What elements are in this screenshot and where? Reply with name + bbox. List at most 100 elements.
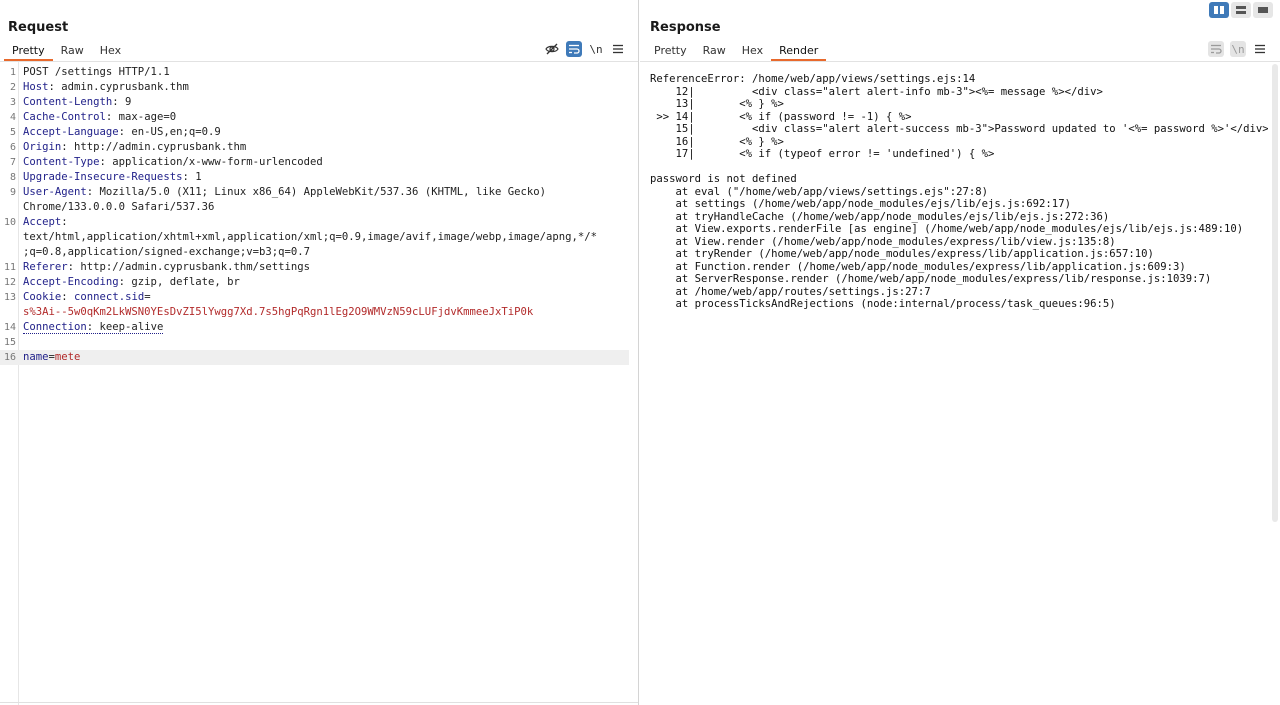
wrap-icon[interactable] — [1208, 41, 1224, 57]
request-tab-raw[interactable]: Raw — [53, 42, 92, 61]
line-number: 4 — [9, 112, 16, 123]
code-token: : 9 — [112, 96, 132, 108]
code-token: : 1 — [182, 171, 202, 183]
response-tab-hex[interactable]: Hex — [734, 42, 771, 61]
code-text: Chrome/133.0.0.0 Safari/537.36 — [23, 200, 214, 215]
code-token: name — [23, 351, 49, 363]
newline-icon[interactable]: \n — [588, 41, 604, 57]
code-line[interactable]: 13 Cookie: connect.sid= — [0, 290, 629, 305]
menu-icon[interactable] — [1252, 41, 1268, 57]
rendered-error-output: ReferenceError: /home/web/app/views/sett… — [650, 73, 1268, 310]
code-text: name=mete — [23, 350, 80, 365]
code-token: Cookie — [23, 291, 62, 303]
code-token: User-Agent — [23, 186, 87, 198]
code-text: Referer: http://admin.cyprusbank.thm/set… — [23, 260, 310, 275]
code-line[interactable]: 8 Upgrade-Insecure-Requests: 1 — [0, 170, 629, 185]
wrap-icon[interactable] — [566, 41, 582, 57]
code-text: Content-Type: application/x-www-form-url… — [23, 155, 323, 170]
request-tab-hex[interactable]: Hex — [92, 42, 129, 61]
code-token: Cache-Control — [23, 111, 106, 123]
code-token: = — [144, 291, 151, 303]
single-pane-icon[interactable] — [1253, 2, 1273, 18]
code-token: : Mozilla/5.0 (X11; Linux x86_64) AppleW… — [86, 186, 546, 198]
response-toolbar: \n — [1208, 41, 1268, 57]
line-number: 9 — [9, 187, 16, 198]
eye-off-icon[interactable] — [544, 41, 560, 57]
code-text: text/html,application/xhtml+xml,applicat… — [23, 230, 597, 245]
code-line[interactable]: 11 Referer: http://admin.cyprusbank.thm/s… — [0, 260, 629, 275]
code-token: : — [86, 321, 100, 334]
code-line[interactable]: 1 POST /settings HTTP/1.1 — [0, 65, 629, 80]
code-token: Accept-Encoding — [23, 276, 119, 288]
code-text: User-Agent: Mozilla/5.0 (X11; Linux x86_… — [23, 185, 546, 200]
code-text: Origin: http://admin.cyprusbank.thm — [23, 140, 246, 155]
code-token: s%3Ai--5w0qKm2LkWSN0YEsDvZI5lYwgg7Xd.7s5… — [23, 306, 534, 318]
code-line[interactable]: 3 Content-Length: 9 — [0, 95, 629, 110]
request-bottom-border — [0, 702, 638, 703]
request-title: Request — [8, 20, 69, 35]
split-horizontal-icon[interactable] — [1209, 2, 1229, 18]
code-line[interactable]: 14 Connection: keep-alive — [0, 320, 629, 335]
line-number: 16 — [3, 352, 16, 363]
code-token: : application/x-www-form-urlencoded — [99, 156, 323, 168]
newline-icon[interactable]: \n — [1230, 41, 1246, 57]
code-token: text/html,application/xhtml+xml,applicat… — [23, 231, 598, 243]
response-tabs: Pretty Raw Hex Render — [646, 42, 827, 62]
code-token: Accept — [23, 216, 62, 228]
code-line[interactable]: 4 Cache-Control: max-age=0 — [0, 110, 629, 125]
request-tabs: Pretty Raw Hex — [4, 42, 129, 62]
line-number — [0, 230, 23, 245]
code-token: ;q=0.8,application/signed-exchange;v=b3;… — [23, 246, 311, 258]
response-tab-render[interactable]: Render — [771, 42, 827, 61]
code-text: Content-Length: 9 — [23, 95, 131, 110]
code-line[interactable]: s%3Ai--5w0qKm2LkWSN0YEsDvZI5lYwgg7Xd.7s5… — [0, 305, 629, 320]
code-line[interactable]: 5 Accept-Language: en-US,en;q=0.9 — [0, 125, 629, 140]
line-number: 8 — [9, 172, 16, 183]
line-number — [0, 200, 23, 215]
code-token: Content-Length — [23, 96, 113, 108]
code-line[interactable]: 2 Host: admin.cyprusbank.thm — [0, 80, 629, 95]
line-number: 2 — [9, 82, 16, 93]
code-text: Cache-Control: max-age=0 — [23, 110, 176, 125]
code-token: Connection — [23, 321, 87, 334]
request-editor[interactable]: 1 POST /settings HTTP/1.1 2 Host: admin.cyp… — [0, 65, 629, 365]
line-number: 6 — [9, 142, 16, 153]
code-line[interactable]: 12 Accept-Encoding: gzip, deflate, br — [0, 275, 629, 290]
code-line[interactable]: 15 — [0, 335, 629, 350]
code-text: Host: admin.cyprusbank.thm — [23, 80, 189, 95]
code-line[interactable]: text/html,application/xhtml+xml,applicat… — [0, 230, 629, 245]
code-line[interactable]: 16 name=mete — [0, 350, 629, 365]
request-toolbar: \n — [544, 41, 626, 57]
code-token: Accept-Language — [23, 126, 119, 138]
code-token: : gzip, deflate, br — [118, 276, 240, 288]
code-line[interactable]: 6 Origin: http://admin.cyprusbank.thm — [0, 140, 629, 155]
code-token: Content-Type — [23, 156, 100, 168]
response-tab-divider — [640, 61, 1280, 62]
code-line[interactable]: 9 User-Agent: Mozilla/5.0 (X11; Linux x86… — [0, 185, 629, 200]
code-line[interactable]: 10 Accept: — [0, 215, 629, 230]
code-text: s%3Ai--5w0qKm2LkWSN0YEsDvZI5lYwgg7Xd.7s5… — [23, 305, 533, 320]
line-number: 1 — [9, 67, 16, 78]
line-number: 15 — [3, 337, 16, 348]
line-number: 5 — [9, 127, 16, 138]
code-token: : http://admin.cyprusbank.thm — [61, 141, 247, 153]
code-text: Accept-Encoding: gzip, deflate, br — [23, 275, 240, 290]
line-number: 7 — [9, 157, 16, 168]
split-vertical-icon[interactable] — [1231, 2, 1251, 18]
request-tab-divider — [0, 61, 638, 62]
request-tab-pretty[interactable]: Pretty — [4, 42, 53, 61]
code-token: Referer — [23, 261, 68, 273]
code-token: Chrome/133.0.0.0 Safari/537.36 — [23, 201, 215, 213]
code-text: POST /settings HTTP/1.1 — [23, 65, 170, 80]
response-tab-raw[interactable]: Raw — [695, 42, 734, 61]
response-tab-pretty[interactable]: Pretty — [646, 42, 695, 61]
line-number: 11 — [3, 262, 16, 273]
code-line[interactable]: Chrome/133.0.0.0 Safari/537.36 — [0, 200, 629, 215]
line-number: 13 — [3, 292, 16, 303]
code-line[interactable]: 7 Content-Type: application/x-www-form-ur… — [0, 155, 629, 170]
code-token: : http://admin.cyprusbank.thm/settings — [67, 261, 311, 273]
code-token: mete — [54, 351, 81, 363]
response-scrollbar[interactable] — [1272, 64, 1278, 522]
menu-icon[interactable] — [610, 41, 626, 57]
code-line[interactable]: ;q=0.8,application/signed-exchange;v=b3;… — [0, 245, 629, 260]
